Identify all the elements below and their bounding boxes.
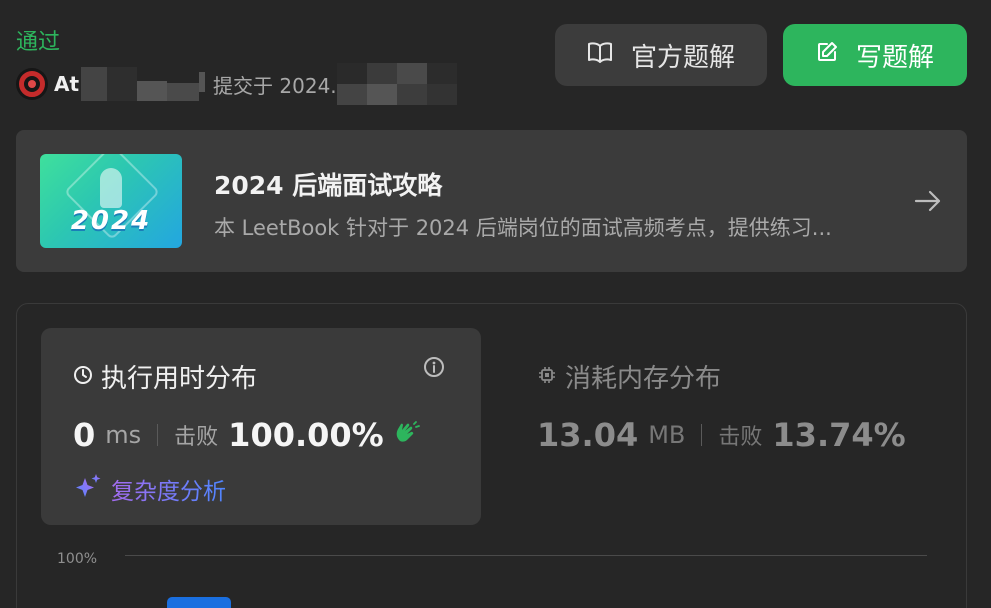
divider	[157, 424, 159, 446]
redacted-block	[137, 81, 168, 101]
runtime-percent: 100.00%	[228, 416, 384, 454]
runtime-beat-label: 击败	[174, 425, 219, 450]
info-icon[interactable]	[423, 356, 445, 382]
submitted-at-label: 提交于 2024.	[213, 73, 337, 98]
runtime-title-text: 执行用时分布	[101, 364, 258, 394]
memory-beat-label: 击败	[718, 425, 763, 450]
sparkle-icon	[73, 472, 103, 506]
memory-value: 13.04	[537, 416, 639, 454]
leetbook-cover-image: 2024	[40, 154, 182, 248]
gridline	[125, 555, 927, 556]
leetbook-title: 2024 后端面试攻略	[214, 171, 443, 200]
memory-title[interactable]: 消耗内存分布	[537, 358, 721, 395]
distribution-bar[interactable]	[167, 597, 231, 608]
complexity-analysis-text: 复杂度分析	[111, 472, 226, 506]
redacted-block	[199, 72, 206, 92]
memory-unit: MB	[648, 421, 686, 449]
redacted-block	[107, 67, 138, 101]
redacted-block	[167, 83, 200, 101]
edit-icon	[816, 40, 838, 70]
status-label: 通过	[16, 30, 61, 55]
performance-panel: 执行用时分布 0 ms 击败 100.00% 复杂度分析 消耗内存分布 13.0…	[16, 303, 967, 608]
submission-result-page: 通过 At 提交于 2024. 官方题解 写题解 2024 2024 后端面试攻…	[0, 0, 991, 608]
write-solution-label: 写题解	[855, 42, 934, 73]
runtime-unit: ms	[105, 421, 142, 449]
clock-icon	[73, 362, 93, 392]
username-text: At	[54, 72, 80, 96]
runtime-title: 执行用时分布	[73, 358, 257, 395]
official-solution-label: 官方题解	[630, 42, 735, 73]
runtime-card[interactable]: 执行用时分布 0 ms 击败 100.00% 复杂度分析	[41, 328, 481, 525]
complexity-analysis-link[interactable]: 复杂度分析	[73, 472, 226, 506]
runtime-value: 0	[73, 416, 96, 454]
runtime-metric: 0 ms 击败 100.00%	[73, 416, 420, 454]
memory-percent: 13.74%	[772, 416, 906, 454]
submission-meta: At 提交于 2024.	[16, 63, 457, 105]
divider	[701, 424, 703, 446]
leetbook-promo-card[interactable]: 2024 2024 后端面试攻略 本 LeetBook 针对于 2024 后端岗…	[16, 130, 967, 272]
y-axis-tick-label: 100%	[57, 551, 98, 567]
arrow-right-icon[interactable]	[913, 186, 943, 220]
redacted-block	[81, 67, 108, 101]
write-solution-button[interactable]: 写题解	[783, 24, 967, 86]
memory-title-text: 消耗内存分布	[565, 364, 722, 394]
memory-metric: 13.04 MB 击败 13.74%	[537, 416, 906, 454]
username[interactable]: At	[54, 67, 206, 101]
chip-icon	[537, 362, 557, 392]
leetbook-description: 本 LeetBook 针对于 2024 后端岗位的面试高频考点，提供练习...	[214, 216, 832, 240]
clapping-hands-icon	[394, 421, 420, 449]
redacted-timestamp	[336, 63, 457, 105]
rocket-icon	[100, 168, 122, 208]
cover-year-text: 2024	[70, 206, 152, 236]
avatar[interactable]	[16, 68, 48, 100]
official-solution-button[interactable]: 官方题解	[555, 24, 767, 86]
book-open-icon	[587, 40, 613, 70]
